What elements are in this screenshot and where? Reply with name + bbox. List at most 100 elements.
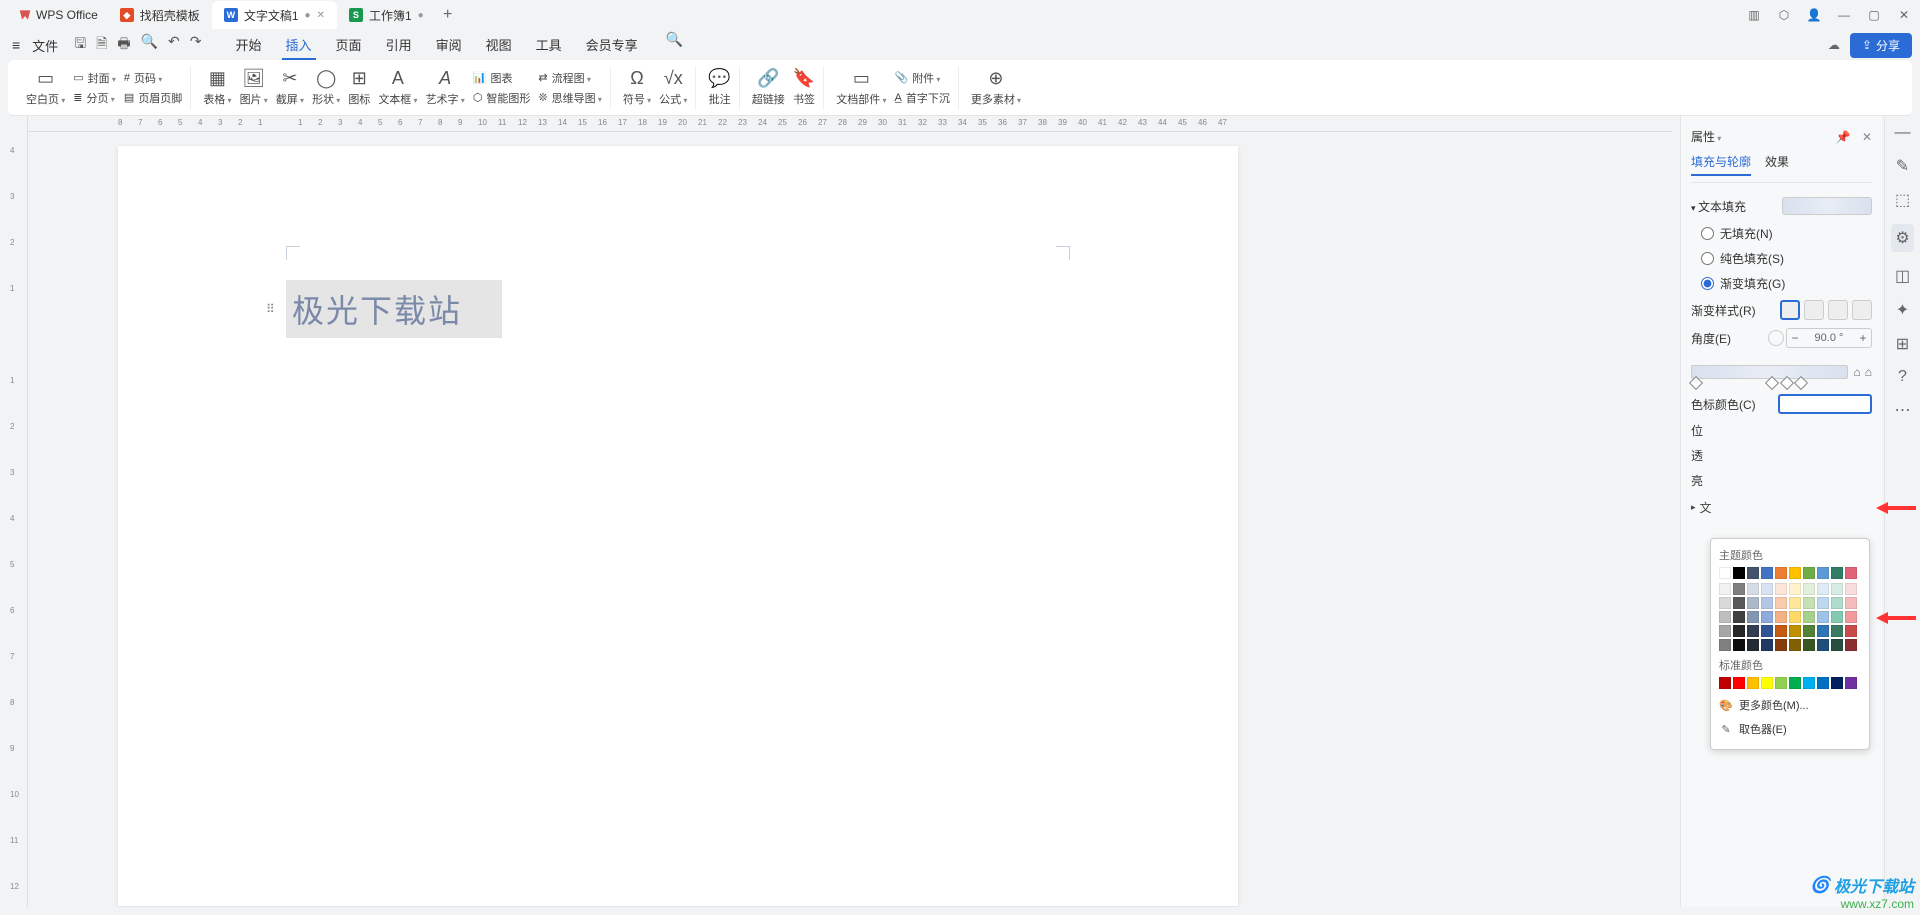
file-menu[interactable]: 文件 — [26, 36, 64, 55]
color-swatch[interactable] — [1789, 583, 1801, 595]
fill-none-radio[interactable]: 无填充(N) — [1691, 221, 1872, 246]
color-swatch[interactable] — [1831, 611, 1843, 623]
add-tab-button[interactable]: + — [436, 6, 460, 24]
print-preview-icon[interactable]: 🗎 — [96, 33, 107, 57]
vertical-ruler[interactable]: 4321123456789101112 — [8, 116, 28, 907]
color-swatch[interactable] — [1761, 625, 1773, 637]
gradient-rect[interactable] — [1828, 300, 1848, 320]
wordart-text[interactable]: 极光下载站 — [292, 286, 462, 332]
color-swatch[interactable] — [1761, 567, 1773, 579]
color-swatch[interactable] — [1817, 677, 1829, 689]
color-swatch[interactable] — [1803, 597, 1815, 609]
horizontal-ruler[interactable]: 8765432112345678910111213141516171819202… — [28, 116, 1672, 132]
color-swatch[interactable] — [1733, 583, 1745, 595]
increase-button[interactable]: + — [1855, 331, 1871, 345]
color-swatch[interactable] — [1789, 611, 1801, 623]
color-swatch[interactable] — [1789, 677, 1801, 689]
screenshot-button[interactable]: ✂截屏 — [276, 68, 304, 107]
gradient-path[interactable] — [1852, 300, 1872, 320]
color-swatch[interactable] — [1789, 639, 1801, 651]
tools-icon[interactable]: ✦ — [1896, 300, 1909, 320]
menu-member[interactable]: 会员专享 — [582, 31, 642, 60]
close-button[interactable]: ✕ — [1896, 8, 1912, 22]
tab-effect[interactable]: 效果 — [1765, 153, 1789, 176]
angle-dial[interactable] — [1768, 330, 1784, 346]
color-swatch[interactable] — [1831, 597, 1843, 609]
menu-reference[interactable]: 引用 — [382, 31, 416, 60]
color-swatch[interactable] — [1845, 583, 1857, 595]
color-swatch[interactable] — [1817, 583, 1829, 595]
color-swatch[interactable] — [1831, 583, 1843, 595]
color-swatch[interactable] — [1719, 567, 1731, 579]
color-swatch[interactable] — [1775, 611, 1787, 623]
color-swatch[interactable] — [1719, 583, 1731, 595]
menu-start[interactable]: 开始 — [232, 31, 266, 60]
blank-page-button[interactable]: ▭空白页 — [26, 68, 65, 107]
search-icon[interactable]: 🔍 — [666, 31, 683, 60]
color-swatch[interactable] — [1747, 567, 1759, 579]
smartart-button[interactable]: ⬡智能图形 — [473, 90, 531, 106]
minimize-button[interactable]: — — [1836, 8, 1852, 22]
menu-review[interactable]: 审阅 — [432, 31, 466, 60]
add-stop-icon[interactable]: ⌂ — [1854, 365, 1861, 379]
color-swatch[interactable] — [1803, 639, 1815, 651]
share-button[interactable]: ⇪ 分享 — [1850, 33, 1912, 58]
textbox-button[interactable]: A文本框 — [378, 68, 417, 107]
color-swatch[interactable] — [1761, 611, 1773, 623]
color-swatch[interactable] — [1747, 625, 1759, 637]
more-colors-button[interactable]: 🎨更多颜色(M)... — [1719, 693, 1861, 717]
color-swatch[interactable] — [1747, 677, 1759, 689]
color-swatch[interactable] — [1747, 639, 1759, 651]
color-swatch[interactable] — [1719, 611, 1731, 623]
color-swatch[interactable] — [1747, 583, 1759, 595]
picture-button[interactable]: 🖼图片 — [240, 68, 268, 107]
color-swatch[interactable] — [1845, 611, 1857, 623]
menu-page[interactable]: 页面 — [332, 31, 366, 60]
color-swatch[interactable] — [1831, 677, 1843, 689]
color-swatch[interactable] — [1845, 567, 1857, 579]
color-swatch[interactable] — [1817, 625, 1829, 637]
wordart-selection[interactable]: ⠿ 极光下载站 — [286, 280, 502, 338]
color-swatch[interactable] — [1803, 583, 1815, 595]
tab-workbook-1[interactable]: S 工作簿1 ● — [337, 1, 436, 29]
color-swatch[interactable] — [1817, 639, 1829, 651]
color-swatch[interactable] — [1733, 611, 1745, 623]
gradient-radial[interactable] — [1804, 300, 1824, 320]
color-swatch[interactable] — [1775, 597, 1787, 609]
angle-stepper[interactable]: − 90.0 ° + — [1786, 328, 1872, 348]
color-swatch[interactable] — [1803, 611, 1815, 623]
remove-stop-icon[interactable]: ⌂ — [1865, 365, 1872, 379]
mindmap-button[interactable]: ❊思维导图 — [538, 90, 601, 106]
hyperlink-button[interactable]: 🔗超链接 — [752, 68, 785, 107]
color-swatch[interactable] — [1761, 583, 1773, 595]
minimize-strip-icon[interactable]: — — [1895, 124, 1911, 142]
fill-gradient-radio[interactable]: 渐变填充(G) — [1691, 271, 1872, 296]
tab-document-1[interactable]: W 文字文稿1 ● ✕ — [212, 1, 337, 29]
select-icon[interactable]: ⬚ — [1895, 190, 1910, 210]
color-swatch[interactable] — [1733, 677, 1745, 689]
doc-parts-button[interactable]: ▭文档部件 — [836, 68, 886, 107]
section-text-fill[interactable]: 文本填充 — [1691, 198, 1746, 215]
color-swatch[interactable] — [1789, 567, 1801, 579]
color-swatch[interactable] — [1733, 597, 1745, 609]
gradient-linear[interactable] — [1780, 300, 1800, 320]
save-icon[interactable]: 🖫 — [74, 33, 86, 57]
color-swatch[interactable] — [1831, 625, 1843, 637]
more-resources-button[interactable]: ⊕更多素材 — [971, 68, 1021, 107]
document-area[interactable]: 8765432112345678910111213141516171819202… — [28, 116, 1672, 907]
color-swatch[interactable] — [1789, 625, 1801, 637]
color-swatch[interactable] — [1775, 639, 1787, 651]
color-swatch[interactable] — [1719, 639, 1731, 651]
color-swatch[interactable] — [1719, 625, 1731, 637]
wordart-button[interactable]: A艺术字 — [426, 68, 465, 107]
section-button[interactable]: ≣分页 — [73, 90, 116, 106]
color-swatch[interactable] — [1845, 597, 1857, 609]
redo-icon[interactable]: ↷ — [190, 33, 202, 57]
tab-template-store[interactable]: ◆ 找稻壳模板 — [108, 1, 212, 29]
preview-icon[interactable]: 🔍 — [141, 33, 158, 57]
menu-icon[interactable]: ≡ — [8, 37, 24, 53]
color-swatch[interactable] — [1761, 597, 1773, 609]
color-swatch[interactable] — [1733, 639, 1745, 651]
color-swatch[interactable] — [1775, 625, 1787, 637]
cloud-icon[interactable]: ☁ — [1828, 38, 1840, 52]
